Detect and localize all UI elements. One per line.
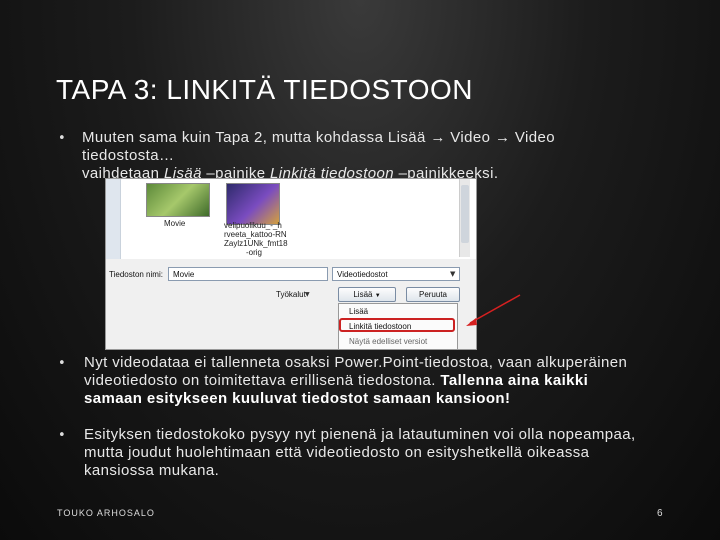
filetype-dropdown-icon: ▼ (450, 270, 456, 278)
scrollbar-thumb[interactable] (461, 185, 469, 243)
page-number: 6 (657, 508, 663, 519)
filetype-select[interactable]: Videotiedostot (332, 267, 460, 281)
vertical-scrollbar[interactable] (459, 179, 470, 257)
navigation-pane (106, 179, 121, 259)
bullet-3-line-3: kansiossa mukana. (84, 462, 220, 479)
thumb2-label-line-4: -orig (246, 248, 263, 257)
menu-item-previous-versions[interactable]: Näytä edelliset versiot (349, 337, 427, 346)
bullet-2-line-2: videotiedosto on toimitettava erillisenä… (84, 372, 714, 390)
video-thumbnail-2[interactable] (226, 183, 280, 225)
thumb2-label-line-1: velipuolikuu_-_h (224, 221, 282, 230)
thumb2-label: velipuolikuu_-_h rveeta_kattoo-RN Zaylz1… (224, 221, 294, 257)
insert-button-label: Lisää (353, 290, 373, 299)
bullet-1-line-2: tiedostosta… (82, 147, 175, 164)
file-dialog-screenshot: Movie velipuolikuu_-_h rveeta_kattoo-RN … (105, 178, 477, 350)
bullet-3-line-1: Esityksen tiedostokoko pysyy nyt pienenä… (84, 426, 636, 443)
cancel-button[interactable]: Peruuta (406, 287, 460, 302)
insert-dropdown-icon: ▼ (374, 293, 381, 299)
slide-title: TAPA 3: LINKITÄ TIEDOSTOON (56, 74, 474, 105)
filename-label: Tiedoston nimi: (109, 270, 163, 279)
bullet-marker-3: • (58, 428, 66, 443)
bullet-2-line-1: Nyt videodataa ei tallenneta osaksi Powe… (84, 354, 628, 371)
thumb2-label-line-3: Zaylz1UNk_fmt18 (224, 239, 288, 248)
author-footer: TOUKO ARHOSALO (57, 508, 155, 518)
video-thumbnail-movie[interactable] (146, 183, 210, 217)
thumb2-label-line-2: rveeta_kattoo-RN (224, 230, 287, 239)
bullet-2-line-3-bold: samaan esitykseen kuuluvat tiedostot sam… (84, 390, 511, 407)
bullet-2-line-3: samaan esitykseen kuuluvat tiedostot sam… (84, 390, 714, 408)
bullet-2-text: Nyt videodataa ei tallenneta osaksi Powe… (84, 354, 714, 408)
bullet-1-text: Muuten sama kuin Tapa 2, mutta kohdassa … (82, 129, 682, 183)
bullet-marker-1: • (58, 131, 66, 146)
thumb1-label: Movie (164, 219, 186, 228)
filename-input[interactable]: Movie (168, 267, 328, 281)
tools-dropdown-icon: ▼ (305, 291, 310, 298)
tools-menu[interactable]: Työkalut (276, 290, 306, 299)
insert-button[interactable]: Lisää ▼ (338, 287, 396, 302)
link-to-file-highlight (339, 318, 455, 332)
bullet-2-line-2-normal: videotiedosto on toimitettava erillisenä… (84, 372, 441, 389)
bullet-3-line-2: mutta joudut huolehtimaan että videotied… (84, 444, 590, 461)
bullet-1-line-1: Muuten sama kuin Tapa 2, mutta kohdassa … (82, 129, 556, 146)
menu-item-insert[interactable]: Lisää (349, 307, 368, 316)
bullet-2-line-2-bold: Tallenna aina kaikki (440, 372, 589, 389)
bullet-3-text: Esityksen tiedostokoko pysyy nyt pienenä… (84, 426, 714, 480)
bullet-marker-2: • (58, 356, 66, 371)
